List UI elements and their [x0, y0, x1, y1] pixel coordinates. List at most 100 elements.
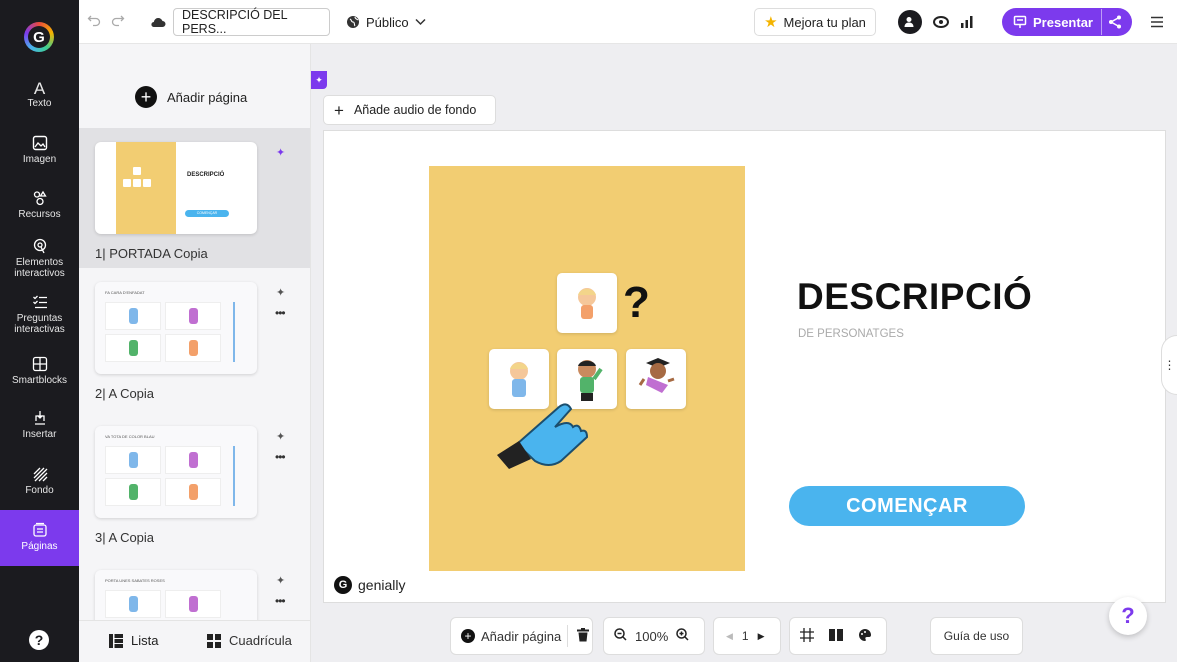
page-item[interactable]: DESCRIPCIÓ COMENÇAR ✦ 1| PORTADA Copia [79, 128, 310, 268]
layout-icon[interactable] [829, 628, 843, 644]
magic-wand-icon[interactable]: ✦ [276, 286, 285, 299]
thumb-title: VA TOTA DE COLOR BLAU [105, 434, 155, 439]
page-number: 1 [741, 629, 749, 643]
sidebar-item-text[interactable]: A Texto [0, 80, 79, 116]
magic-wand-icon[interactable]: ✦ [276, 430, 285, 443]
more-options-icon[interactable]: ••• [275, 306, 286, 320]
page-label: 3| A Copia [95, 530, 155, 545]
add-collaborator-icon[interactable] [898, 10, 922, 34]
star-icon: ★ [764, 14, 778, 31]
sidebar-item-background[interactable]: Fondo [0, 466, 79, 502]
view-tools [789, 617, 887, 655]
add-page-button[interactable]: + Añadir página [451, 629, 561, 644]
page-item[interactable]: FA CARA D'ENFADAT ✦ ••• 2| A Copia [79, 272, 310, 412]
bottom-add-page-group: + Añadir página [450, 617, 593, 655]
plus-circle-icon: + [461, 629, 475, 643]
sidebar-item-pages[interactable]: Páginas [0, 510, 79, 566]
thumb-title: FA CARA D'ENFADAT [105, 290, 145, 295]
analytics-icon[interactable] [957, 12, 977, 32]
sidebar-item-resources[interactable]: Recursos [0, 190, 79, 226]
magic-wand-icon[interactable]: ✦ [276, 146, 285, 159]
cloud-save-icon [149, 14, 167, 30]
thumb-button: COMENÇAR [185, 210, 229, 217]
palette-icon[interactable] [858, 628, 872, 645]
page-navigation: ◀ 1 ▶ [713, 617, 781, 655]
page-label: 2| A Copia [95, 386, 155, 401]
plus-circle-icon: + [135, 86, 157, 108]
slide-subtitle[interactable]: DE PERSONATGES [798, 328, 904, 340]
zoom-out-icon[interactable] [614, 628, 627, 644]
background-icon [33, 467, 47, 482]
magic-wand-icon[interactable]: ✦ [276, 574, 285, 587]
insert-icon [34, 411, 45, 425]
plus-icon: + [334, 100, 344, 120]
project-title-field[interactable]: DESCRIPCIÓ DEL PERS... [173, 8, 330, 36]
slide-canvas[interactable]: ? DESCRIPCIÓ DE PERSONATGES COMENÇAR G g… [323, 130, 1166, 603]
resources-icon [33, 190, 47, 206]
pin-tab-icon[interactable]: ✦ [311, 71, 327, 89]
undo-icon[interactable] [85, 12, 103, 30]
character-card[interactable] [557, 273, 617, 333]
list-view-button[interactable]: Lista [109, 633, 158, 648]
grid-lines-icon[interactable] [800, 627, 814, 645]
zoom-controls: 100% [603, 617, 705, 655]
visibility-dropdown[interactable]: Público [346, 10, 426, 34]
sidebar-item-image[interactable]: Imagen [0, 135, 79, 171]
start-button[interactable]: COMENÇAR [789, 486, 1025, 526]
top-toolbar: DESCRIPCIÓ DEL PERS... Público ★ Mejora … [79, 0, 1177, 44]
zoom-level: 100% [635, 628, 669, 644]
previous-page-icon[interactable]: ◀ [726, 631, 733, 642]
presentation-icon [1013, 15, 1027, 28]
pages-icon [32, 522, 47, 537]
interactive-elements-icon [33, 238, 46, 254]
sidebar-item-interactive-elements[interactable]: Elementos interactivos [0, 238, 79, 282]
smartblocks-icon [32, 356, 47, 372]
help-bubble-button[interactable]: ? [1109, 597, 1147, 635]
genially-logo-icon: G [334, 576, 352, 594]
thumb-title: DESCRIPCIÓ [187, 172, 225, 178]
next-page-icon[interactable]: ▶ [758, 631, 765, 642]
page-thumbnail: PORTA UNES SABATES ROSES [95, 570, 257, 620]
character-card[interactable] [626, 349, 686, 409]
more-options-icon[interactable]: ••• [275, 594, 286, 608]
trash-icon[interactable] [577, 627, 590, 645]
slide-title[interactable]: DESCRIPCIÓ [797, 276, 1032, 318]
upgrade-plan-button[interactable]: ★ Mejora tu plan [754, 8, 876, 36]
grid-view-button[interactable]: Cuadrícula [207, 633, 292, 648]
text-icon: A [33, 79, 46, 98]
image-icon [32, 135, 47, 151]
add-page-panel-button[interactable]: + Añadir página [135, 84, 247, 110]
thumb-title: PORTA UNES SABATES ROSES [105, 578, 165, 583]
page-item[interactable]: PORTA UNES SABATES ROSES ✦ ••• [79, 560, 310, 620]
questions-icon [32, 295, 47, 309]
page-thumbnail: VA TOTA DE COLOR BLAU [95, 426, 257, 518]
preview-eye-icon[interactable] [931, 12, 951, 32]
more-options-icon[interactable]: ••• [275, 450, 286, 464]
page-item[interactable]: VA TOTA DE COLOR BLAU ✦ ••• 3| A Copia [79, 416, 310, 556]
share-icon [1108, 15, 1121, 29]
share-button[interactable] [1101, 9, 1127, 35]
tool-sidebar: G A Texto Imagen Recursos Elementos inte… [0, 0, 79, 662]
page-label: 1| PORTADA Copia [95, 246, 208, 261]
view-toggle-bar: Lista Cuadrícula [79, 620, 310, 662]
genially-watermark[interactable]: G genially [334, 576, 405, 594]
page-thumbnail: FA CARA D'ENFADAT [95, 282, 257, 374]
chevron-down-icon [415, 18, 426, 26]
redo-icon[interactable] [109, 12, 127, 30]
sidebar-item-smartblocks[interactable]: Smartblocks [0, 356, 79, 392]
page-thumbnail: DESCRIPCIÓ COMENÇAR [95, 142, 257, 234]
grid-icon [207, 633, 221, 648]
usage-guide-button[interactable]: Guía de uso [930, 617, 1023, 655]
sidebar-item-interactive-questions[interactable]: Preguntas interactivas [0, 294, 79, 338]
side-panel-handle[interactable]: ⋮ [1161, 335, 1177, 395]
sidebar-item-insert[interactable]: Insertar [0, 410, 79, 446]
genially-logo[interactable]: G [24, 22, 54, 52]
menu-icon[interactable] [1147, 12, 1167, 32]
add-audio-button[interactable]: + Añade audio de fondo [323, 95, 496, 125]
zoom-in-icon[interactable] [676, 628, 689, 644]
question-mark: ? [623, 278, 650, 327]
list-icon [109, 633, 123, 648]
pointing-hand-icon [497, 403, 589, 469]
pages-panel: + Añadir página DESCRIPCIÓ COMENÇAR ✦ 1|… [79, 44, 311, 662]
help-icon[interactable]: ? [29, 630, 49, 650]
